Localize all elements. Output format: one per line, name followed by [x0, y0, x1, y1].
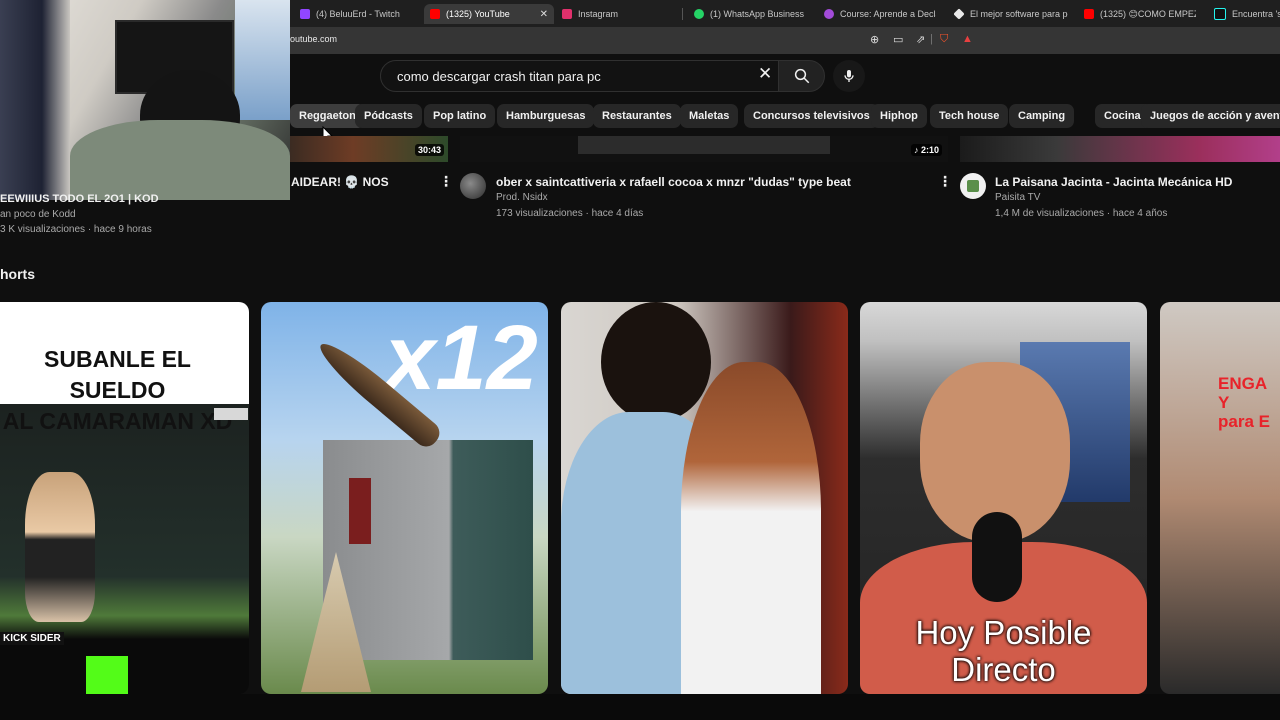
- streamer-badge: [214, 408, 248, 420]
- bottom-bar: [0, 694, 1280, 720]
- short-card[interactable]: x12: [261, 302, 548, 694]
- chip[interactable]: Tech house: [930, 104, 1009, 128]
- tab-course[interactable]: Course: Aprende a Declarar: [824, 4, 936, 24]
- chip[interactable]: Restaurantes: [593, 104, 681, 128]
- tab-label: Encuentra 'stre: [1232, 9, 1280, 19]
- tab-separator: [682, 8, 683, 20]
- chip[interactable]: Pódcasts: [355, 104, 422, 128]
- thumbnail-image: [578, 136, 830, 154]
- youtube-header: ✕: [290, 54, 1280, 96]
- url-field[interactable]: outube.com: [290, 34, 337, 44]
- tab-label: (1325) YouTube: [446, 9, 510, 19]
- toolbar-divider: |: [930, 33, 933, 45]
- close-icon[interactable]: ✕: [540, 9, 548, 20]
- video-title[interactable]: EEWIIIUS TODO EL 2O1 | KOD: [0, 193, 159, 205]
- short-caption: SUBANLE EL SUELDO AL CAMARAMAN XD: [2, 346, 233, 434]
- kick-logo-icon: [86, 656, 128, 694]
- person-shirt: [70, 120, 290, 200]
- more-options-icon[interactable]: ⋮: [439, 173, 453, 190]
- short-card[interactable]: Hoy Posible Directo: [860, 302, 1147, 694]
- video-thumbnail[interactable]: ♪ 2:10: [460, 136, 948, 162]
- search-box: [380, 60, 780, 92]
- chip[interactable]: Pop latino: [424, 104, 496, 128]
- tab-instagram[interactable]: Instagram: [562, 4, 672, 24]
- voice-search-button[interactable]: [833, 60, 865, 92]
- browser-tab-bar: (4) BeluuErd - Twitch (1325) YouTube ✕ I…: [290, 0, 1280, 27]
- youtube-icon: [430, 9, 440, 19]
- chip[interactable]: Hamburguesas: [497, 104, 595, 128]
- search-icon: [794, 68, 809, 84]
- search-input[interactable]: [395, 68, 739, 85]
- short-card[interactable]: [561, 302, 848, 694]
- tab-label: Instagram: [578, 9, 619, 19]
- video-meta: 173 visualizaciones · hace 4 días: [496, 208, 644, 219]
- short-caption: Hoy Posible Directo: [915, 614, 1092, 688]
- cast-icon[interactable]: ▭: [893, 33, 903, 46]
- tab-software[interactable]: El mejor software para pol: [954, 4, 1068, 24]
- clear-search-icon[interactable]: ✕: [758, 64, 772, 84]
- chip[interactable]: Camping: [1009, 104, 1075, 128]
- video-title[interactable]: ober x saintcattiveria x rafaell cocoa x…: [496, 175, 851, 189]
- kick-label: KICK SIDER: [0, 632, 64, 645]
- tab-whatsapp[interactable]: (1) WhatsApp Business: [694, 4, 806, 24]
- microphone-icon: [844, 70, 854, 82]
- twitch-icon: [300, 9, 310, 19]
- short-caption: ENGA Y para E: [1218, 374, 1270, 431]
- shorts-section-title: horts: [0, 266, 35, 282]
- video-title[interactable]: La Paisana Jacinta - Jacinta Mecánica HD: [995, 175, 1232, 189]
- microphone-prop: [972, 512, 1022, 602]
- tab-youtube[interactable]: (1325) YouTube ✕: [424, 4, 554, 24]
- tab-tiktok[interactable]: Encuentra 'stre: [1214, 4, 1280, 24]
- short-caption: x12: [384, 307, 538, 409]
- building-door: [349, 478, 371, 544]
- rewards-icon[interactable]: ▲: [962, 33, 973, 45]
- share-icon[interactable]: ⇗: [916, 33, 925, 46]
- person-hair: [601, 302, 711, 422]
- brave-shield-icon[interactable]: ⛉: [940, 33, 948, 46]
- category-chips: Reggaeton Pódcasts Pop latino Hamburgues…: [290, 96, 1280, 136]
- tab-label: El mejor software para pol: [970, 9, 1068, 19]
- channel-avatar[interactable]: [460, 173, 486, 199]
- youtube-icon: [1084, 9, 1094, 19]
- video-thumbnail[interactable]: 30:43: [290, 136, 448, 162]
- chip[interactable]: Concursos televisivos: [744, 104, 879, 128]
- more-options-icon[interactable]: ⋮: [938, 173, 952, 190]
- tab-twitch[interactable]: (4) BeluuErd - Twitch: [300, 4, 412, 24]
- video-title[interactable]: AIDEAR! 💀 NOS: [291, 175, 389, 189]
- clothes-rack: [0, 0, 70, 200]
- duration-badge: 30:43: [414, 144, 444, 156]
- channel-avatar[interactable]: [960, 173, 986, 199]
- course-icon: [824, 9, 834, 19]
- person-figure: [681, 362, 821, 694]
- channel-name[interactable]: an poco de Kodd: [0, 209, 76, 220]
- tab-youtube-2[interactable]: (1325) 😊COMO EMPEZAR: [1084, 4, 1196, 24]
- chip[interactable]: Hiphop: [871, 104, 927, 128]
- short-card[interactable]: SUBANLE EL SUELDO AL CAMARAMAN XD KICK S…: [0, 302, 249, 694]
- channel-name[interactable]: Paisita TV: [995, 192, 1040, 203]
- tiktok-icon: [1214, 8, 1226, 20]
- channel-name[interactable]: Prod. Nsidx: [496, 192, 548, 203]
- tab-label: (4) BeluuErd - Twitch: [316, 9, 400, 19]
- tab-label: Course: Aprende a Declarar: [840, 9, 936, 19]
- instagram-icon: [562, 9, 572, 19]
- zoom-icon[interactable]: ⊕: [870, 33, 879, 46]
- shelf: [235, 0, 290, 120]
- webcam-overlay: [0, 0, 290, 200]
- diamond-icon: [954, 8, 965, 20]
- address-bar: outube.com ⊕ ▭ ⇗ | ⛉ ▲: [290, 27, 1280, 54]
- chip[interactable]: Reggaeton: [290, 104, 365, 128]
- chip[interactable]: Juegos de acción y aventura: [1141, 104, 1280, 128]
- duration-badge: ♪ 2:10: [910, 144, 942, 156]
- chip[interactable]: Maletas: [680, 104, 739, 128]
- tab-label: (1325) 😊COMO EMPEZAR: [1100, 8, 1196, 19]
- tab-label: (1) WhatsApp Business: [710, 9, 805, 19]
- dancer-figure: [25, 472, 95, 622]
- whatsapp-icon: [694, 9, 704, 19]
- search-button[interactable]: [778, 60, 825, 92]
- video-meta: 3 K visualizaciones · hace 9 horas: [0, 224, 152, 235]
- short-card[interactable]: ENGA Y para E: [1160, 302, 1280, 694]
- video-meta: 1,4 M de visualizaciones · hace 4 años: [995, 208, 1168, 219]
- video-thumbnail[interactable]: [960, 136, 1280, 162]
